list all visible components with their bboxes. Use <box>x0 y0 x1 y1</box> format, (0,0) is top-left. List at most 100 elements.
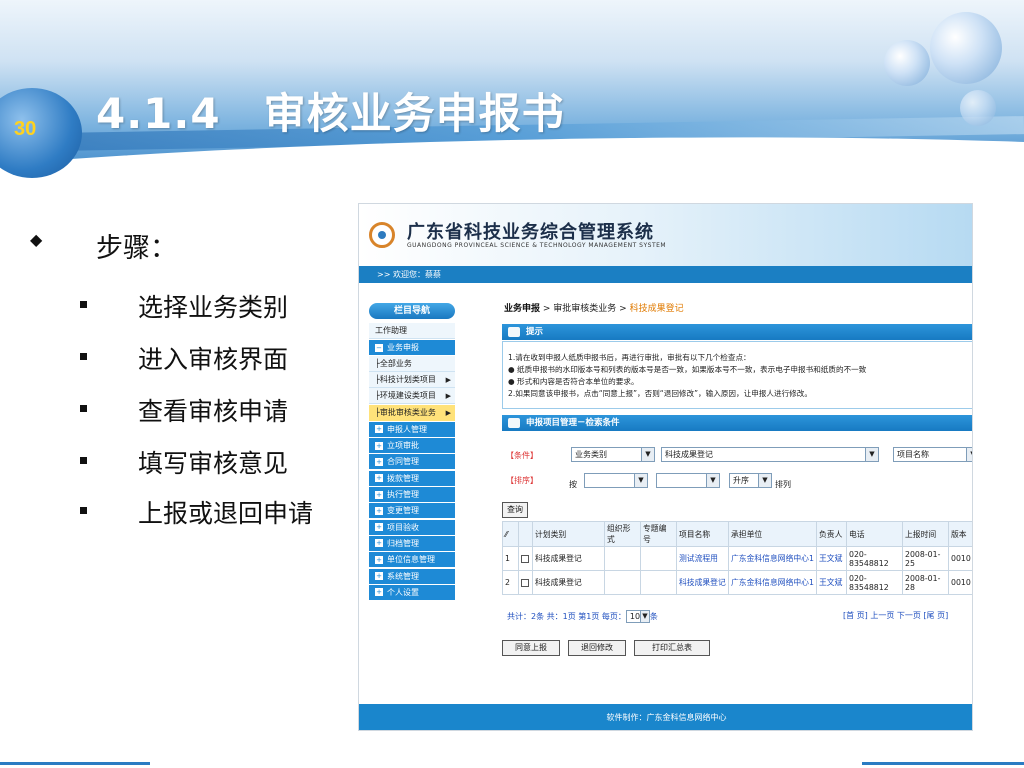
decor-bubble-icon <box>884 40 930 86</box>
results-table: ⁄⁄ 计划类别 组织形式 专题编号 项目名称 承担单位 负责人 电话 上报时间 … <box>502 521 972 595</box>
owner-link[interactable]: 王文斌 <box>816 570 847 595</box>
field-select[interactable]: 项目名称▼ <box>893 447 972 462</box>
expand-icon[interactable]: + <box>375 506 383 515</box>
expand-icon[interactable]: + <box>375 523 383 532</box>
row-checkbox[interactable] <box>518 570 533 595</box>
tip-panel: 1.请在收到申报人纸质申报书后，再进行审批，审批有以下几个检查点： ● 纸质申报… <box>502 341 972 409</box>
expand-icon[interactable]: + <box>375 457 383 466</box>
business-type-select[interactable]: 科技成果登记 ▼ <box>661 447 879 462</box>
tip-line: ● 纸质申报书的水印版本号和列表的版本号是否一致，如果版本号不一致，表示电子申报… <box>508 365 867 374</box>
sidebar-item-label: 立项审批 <box>387 441 419 451</box>
tip-line: 2.如果同意该申报书，点击“同意上报”，否则“退回修改”，输入原因，让申报人进行… <box>508 389 812 398</box>
sidebar-item[interactable]: 工作助理 <box>369 323 455 339</box>
sort-suffix: 排列 <box>775 480 791 489</box>
sidebar-item[interactable]: + 合同管理 <box>369 453 455 470</box>
checkbox-icon[interactable] <box>521 579 529 587</box>
unit-link[interactable]: 广东金科信息网络中心1 <box>728 570 817 595</box>
sidebar-item[interactable]: + 归档管理 <box>369 534 455 551</box>
column-header: 项目名称 <box>676 521 729 547</box>
sidebar-item[interactable]: + 执行管理 <box>369 486 455 502</box>
print-summary-button[interactable]: 打印汇总表 <box>634 640 710 656</box>
decor-bubble-icon <box>930 12 1002 84</box>
square-bullet-icon <box>80 353 87 360</box>
sidebar-item[interactable]: − 业务申报 <box>369 339 455 356</box>
row-checkbox[interactable] <box>518 546 533 571</box>
pager-nav[interactable]: [首 页] 上一页 下一页 [尾 页] <box>843 610 948 621</box>
sidebar-item[interactable]: + 项目验收 <box>369 518 455 535</box>
sidebar-item-label: 单位信息管理 <box>387 555 435 565</box>
approve-button[interactable]: 同意上报 <box>502 640 560 656</box>
sidebar-item-label: 业务申报 <box>387 343 419 353</box>
expand-icon[interactable]: + <box>375 539 383 548</box>
app-header: 广东省科技业务综合管理系统 GUANGDONG PROVINCEAL SCIEN… <box>359 204 972 266</box>
pager-summary: 共计：2条 共：1页 第1页 每页： 10 ▼ 条 <box>507 610 658 623</box>
query-button[interactable]: 查询 <box>502 502 528 518</box>
sort-order-select[interactable]: 升序 ▼ <box>729 473 772 488</box>
sidebar-item[interactable]: ├科技计划类项目 ▶ <box>369 371 455 388</box>
table-cell: 科技成果登记 <box>532 570 605 595</box>
sidebar-item-label: 拨款管理 <box>387 473 419 483</box>
tip-line: ● 形式和内容是否符合本单位的要求。 <box>508 377 639 386</box>
breadcrumb-root[interactable]: 业务申报 <box>504 304 540 314</box>
sidebar-header: 栏目导航 <box>369 303 455 319</box>
sidebar-item-label: ├全部业务 <box>375 358 412 368</box>
sidebar-item[interactable]: ├审批审核类业务 ▶ <box>369 404 455 421</box>
sidebar-item[interactable]: + 变更管理 <box>369 502 455 519</box>
expand-icon[interactable]: + <box>375 490 383 499</box>
table-cell: 020-83548812 <box>846 546 903 571</box>
sidebar-item-label: 个人设置 <box>387 587 419 597</box>
expand-icon[interactable]: + <box>375 555 383 564</box>
owner-link[interactable]: 王文斌 <box>816 546 847 571</box>
square-bullet-icon <box>80 507 87 514</box>
project-name-link[interactable]: 测试流程用 <box>676 546 729 571</box>
sidebar-item[interactable]: + 系统管理 <box>369 567 455 584</box>
expand-icon[interactable]: + <box>375 474 383 483</box>
condition-label: 【条件】 <box>506 451 538 460</box>
return-button[interactable]: 退回修改 <box>568 640 626 656</box>
table-cell: 2008-01-28 <box>902 570 949 595</box>
table-cell <box>604 546 641 571</box>
chevron-down-icon: ▼ <box>758 474 771 487</box>
tip-line: 1.请在收到申报人纸质申报书后，再进行审批，审批有以下几个检查点： <box>508 353 751 362</box>
expand-icon[interactable]: + <box>375 572 383 580</box>
sort-prefix: 按 <box>569 480 577 489</box>
collapse-icon[interactable]: − <box>375 343 383 352</box>
expand-icon[interactable]: + <box>375 425 383 434</box>
sidebar-item[interactable]: + 立项审批 <box>369 437 455 454</box>
sidebar-item[interactable]: ├环境建设类项目 ▶ <box>369 388 455 405</box>
sidebar-item-label: 申报人管理 <box>387 424 427 434</box>
sort-field-2[interactable]: ▼ <box>656 473 720 488</box>
select-all-icon[interactable]: ⁄⁄ <box>502 521 519 547</box>
sidebar-item[interactable]: + 个人设置 <box>369 583 455 600</box>
project-name-link[interactable]: 科技成果登记 <box>676 570 729 595</box>
checkbox-icon[interactable] <box>521 555 529 563</box>
decor-bubble-icon <box>960 90 996 126</box>
sidebar-item-label: 项目验收 <box>387 522 419 532</box>
sidebar-item[interactable]: + 申报人管理 <box>369 420 455 437</box>
unit-link[interactable]: 广东金科信息网络中心1 <box>728 546 817 571</box>
table-cell: 0010 <box>948 546 972 571</box>
per-page-select[interactable]: 10 ▼ <box>625 610 650 623</box>
sidebar-item[interactable]: + 拨款管理 <box>369 469 455 486</box>
sidebar-item-label: 执行管理 <box>387 490 419 499</box>
sidebar-item[interactable]: + 单位信息管理 <box>369 551 455 568</box>
sort-field-1[interactable]: ▼ <box>584 473 648 488</box>
sidebar-item[interactable]: ├全部业务 <box>369 355 455 372</box>
table-row[interactable]: 2 科技成果登记 科技成果登记 广东金科信息网络中心1 王文斌 020-8354… <box>502 570 972 595</box>
app-subtitle: GUANGDONG PROVINCEAL SCIENCE & TECHNOLOG… <box>407 242 667 249</box>
app-screenshot: 广东省科技业务综合管理系统 GUANGDONG PROVINCEAL SCIEN… <box>358 203 973 731</box>
breadcrumb-mid[interactable]: 审批审核类业务 <box>553 304 616 314</box>
expand-icon[interactable]: + <box>375 588 383 597</box>
table-cell: 2008-01-25 <box>902 546 949 571</box>
welcome-bar: >> 欢迎您：蔡蔡 <box>359 266 972 283</box>
sidebar-item-label: 工作助理 <box>375 326 407 335</box>
slide: 30 4.1.4 审核业务申报书 ◆ 步骤： 选择业务类别 进入审核界面 查看审… <box>0 0 1024 768</box>
diamond-bullet-icon: ◆ <box>30 230 43 249</box>
square-bullet-icon <box>80 405 87 412</box>
footer-line <box>862 762 1024 765</box>
category-select[interactable]: 业务类别 ▼ <box>571 447 655 462</box>
expand-icon[interactable]: + <box>375 441 383 450</box>
table-row[interactable]: 1 科技成果登记 测试流程用 广东金科信息网络中心1 王文斌 020-83548… <box>502 546 972 571</box>
row-number: 1 <box>502 546 519 571</box>
column-header: 专题编号 <box>640 521 677 547</box>
